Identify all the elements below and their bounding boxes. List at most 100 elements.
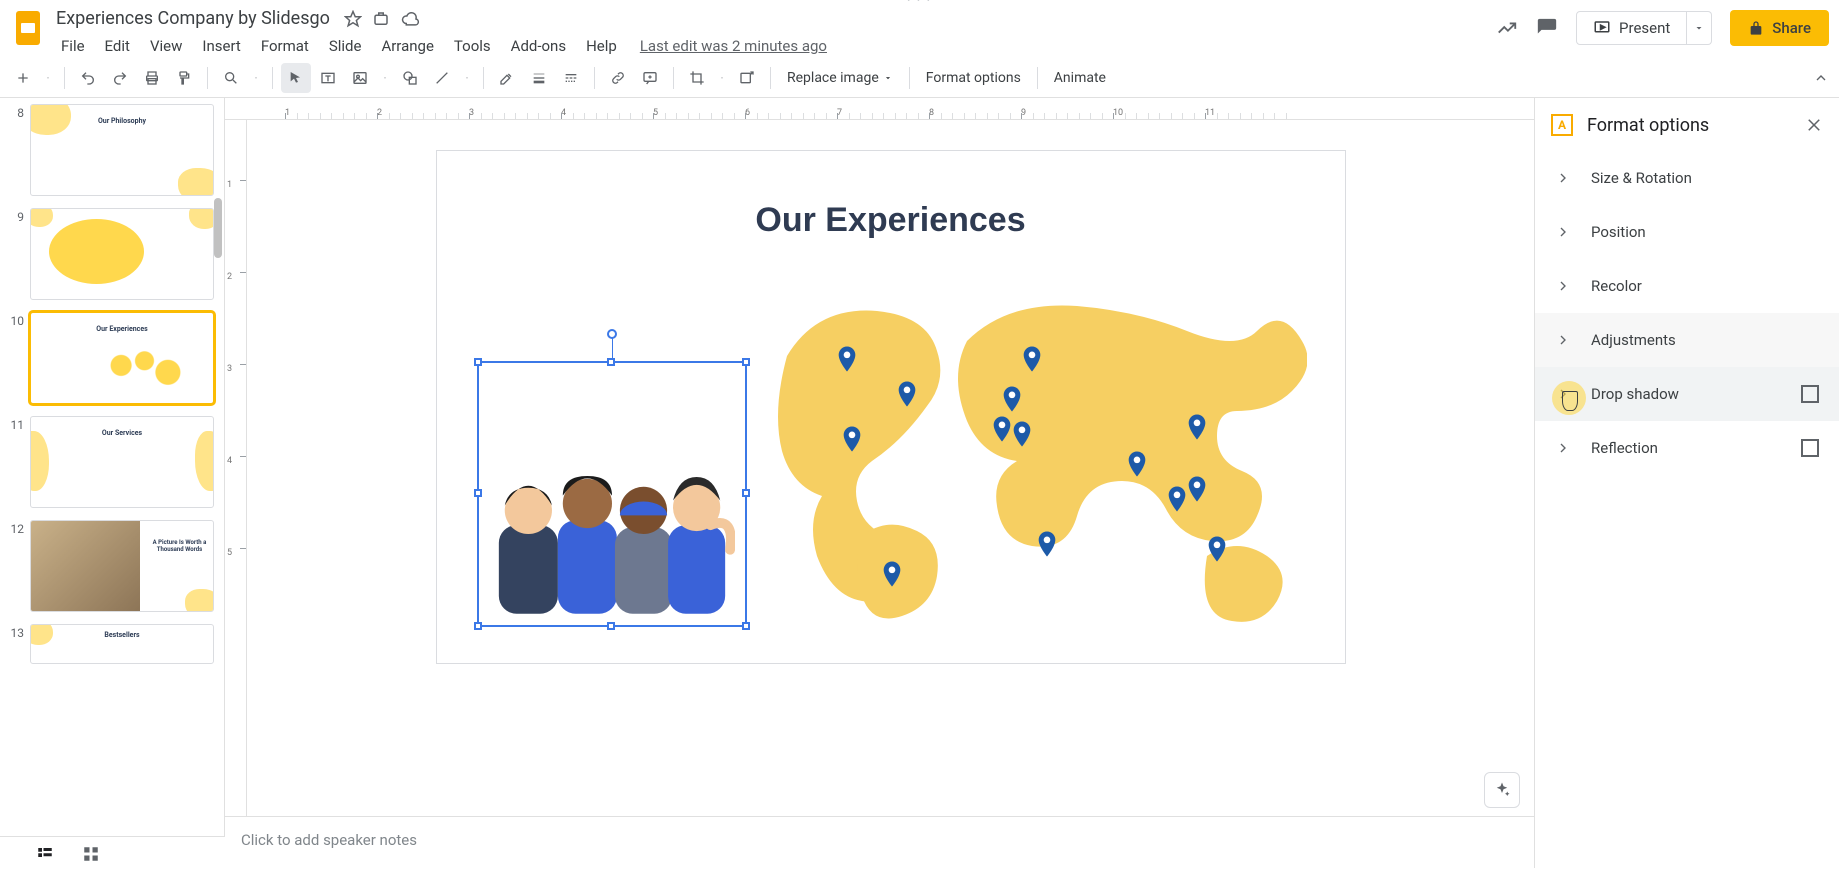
cloud-status-icon[interactable]	[400, 10, 420, 28]
menu-addons[interactable]: Add-ons	[502, 33, 575, 59]
slide-number: 13	[4, 624, 30, 640]
filmstrip-slide-9[interactable]: 9	[4, 208, 214, 300]
filmstrip-slide-11[interactable]: 11 Our Services	[4, 416, 214, 508]
slide-title-text[interactable]: Our Experiences	[437, 201, 1345, 240]
print-button[interactable]	[137, 63, 167, 93]
selected-image[interactable]	[477, 361, 747, 627]
last-edit-link[interactable]: Last edit was 2 minutes ago	[640, 37, 827, 55]
filmstrip-slide-10[interactable]: 10 Our Experiences	[4, 312, 214, 404]
rotate-handle[interactable]	[607, 329, 617, 339]
zoom-dropdown[interactable]	[248, 63, 264, 93]
slide-number: 12	[4, 520, 30, 536]
comment-button[interactable]	[635, 63, 665, 93]
present-button[interactable]: Present	[1576, 11, 1687, 45]
drop-shadow-checkbox[interactable]	[1801, 385, 1819, 403]
filmstrip-view-icon[interactable]	[36, 845, 54, 863]
border-color-button[interactable]	[492, 63, 522, 93]
close-panel-icon[interactable]	[1805, 116, 1823, 134]
move-icon[interactable]	[372, 10, 390, 28]
collapse-toolbar-icon[interactable]	[1813, 70, 1829, 86]
title-actions: Present Share	[1496, 6, 1829, 46]
redo-button[interactable]	[105, 63, 135, 93]
slide-number: 8	[4, 104, 30, 120]
view-bar	[0, 836, 225, 870]
activity-icon[interactable]	[1496, 17, 1518, 39]
comments-icon[interactable]	[1536, 17, 1558, 39]
map-pin-icon	[1022, 346, 1042, 372]
resize-handle[interactable]	[607, 358, 615, 366]
paint-format-button[interactable]	[169, 63, 199, 93]
explore-button[interactable]	[1484, 772, 1520, 808]
grid-view-icon[interactable]	[82, 845, 100, 863]
filmstrip-slide-13[interactable]: 13 Bestsellers	[4, 624, 214, 664]
image-button[interactable]	[345, 63, 375, 93]
new-slide-dropdown[interactable]	[40, 63, 56, 93]
line-dropdown[interactable]	[459, 63, 475, 93]
filmstrip-scrollbar[interactable]	[214, 198, 222, 258]
format-options-button[interactable]: Format options	[918, 66, 1029, 90]
mask-dropdown[interactable]	[714, 63, 730, 93]
filmstrip-slide-8[interactable]: 8 Our Philosophy	[4, 104, 214, 196]
section-position[interactable]: Position	[1535, 205, 1839, 259]
world-map-image[interactable]	[767, 286, 1307, 626]
resize-handle[interactable]	[742, 358, 750, 366]
line-button[interactable]	[427, 63, 457, 93]
chevron-right-icon	[1555, 332, 1571, 348]
canvas-viewport[interactable]: Our Experiences	[247, 120, 1534, 816]
resize-handle[interactable]	[607, 622, 615, 630]
section-reflection[interactable]: Reflection	[1535, 421, 1839, 475]
menu-arrange[interactable]: Arrange	[372, 33, 442, 59]
link-button[interactable]	[603, 63, 633, 93]
resize-handle[interactable]	[742, 622, 750, 630]
map-pin-icon	[1167, 486, 1187, 512]
section-adjustments[interactable]: Adjustments	[1535, 313, 1839, 367]
resize-handle[interactable]	[474, 358, 482, 366]
share-button[interactable]: Share	[1730, 10, 1829, 46]
notes-resize-handle[interactable]: • • •	[900, 0, 940, 5]
zoom-button[interactable]	[216, 63, 246, 93]
crop-button[interactable]	[682, 63, 712, 93]
speaker-notes[interactable]: Click to add speaker notes	[225, 816, 1534, 868]
textbox-button[interactable]	[313, 63, 343, 93]
undo-button[interactable]	[73, 63, 103, 93]
doc-title[interactable]: Experiences Company by Slidesgo	[52, 6, 334, 31]
menu-format[interactable]: Format	[252, 33, 318, 59]
image-dropdown[interactable]	[377, 63, 393, 93]
ruler-vertical[interactable]: 12345	[225, 120, 247, 816]
slides-app-icon[interactable]	[8, 6, 48, 50]
menu-insert[interactable]: Insert	[193, 33, 249, 59]
map-pin-icon	[992, 416, 1012, 442]
star-icon[interactable]	[344, 10, 362, 28]
present-dropdown-button[interactable]	[1687, 11, 1712, 45]
border-dash-button[interactable]	[556, 63, 586, 93]
section-size-rotation[interactable]: Size & Rotation	[1535, 151, 1839, 205]
replace-image-button[interactable]: Replace image	[779, 66, 901, 90]
new-slide-button[interactable]	[8, 63, 38, 93]
reset-image-button[interactable]	[732, 63, 762, 93]
slide-number: 11	[4, 416, 30, 432]
slide-canvas[interactable]: Our Experiences	[436, 150, 1346, 664]
shape-button[interactable]	[395, 63, 425, 93]
menu-help[interactable]: Help	[577, 33, 626, 59]
select-tool-button[interactable]	[281, 63, 311, 93]
map-pin-icon	[1012, 421, 1032, 447]
ruler-horizontal[interactable]: 1234567891011	[225, 98, 1534, 120]
map-pin-icon	[1187, 476, 1207, 502]
border-weight-button[interactable]	[524, 63, 554, 93]
menu-slide[interactable]: Slide	[320, 33, 371, 59]
menu-file[interactable]: File	[52, 33, 94, 59]
menu-edit[interactable]: Edit	[96, 33, 139, 59]
menu-tools[interactable]: Tools	[445, 33, 500, 59]
section-drop-shadow[interactable]: Drop shadow	[1535, 367, 1839, 421]
filmstrip[interactable]: 8 Our Philosophy 9 10 Our Experiences	[0, 98, 225, 868]
resize-handle[interactable]	[474, 489, 482, 497]
people-illustration	[489, 455, 735, 615]
reflection-checkbox[interactable]	[1801, 439, 1819, 457]
animate-button[interactable]: Animate	[1046, 66, 1114, 90]
resize-handle[interactable]	[742, 489, 750, 497]
filmstrip-slide-12[interactable]: 12 A Picture Is Worth a Thousand Words	[4, 520, 214, 612]
menu-view[interactable]: View	[141, 33, 191, 59]
resize-handle[interactable]	[474, 622, 482, 630]
section-recolor[interactable]: Recolor	[1535, 259, 1839, 313]
map-pin-icon	[1207, 536, 1227, 562]
